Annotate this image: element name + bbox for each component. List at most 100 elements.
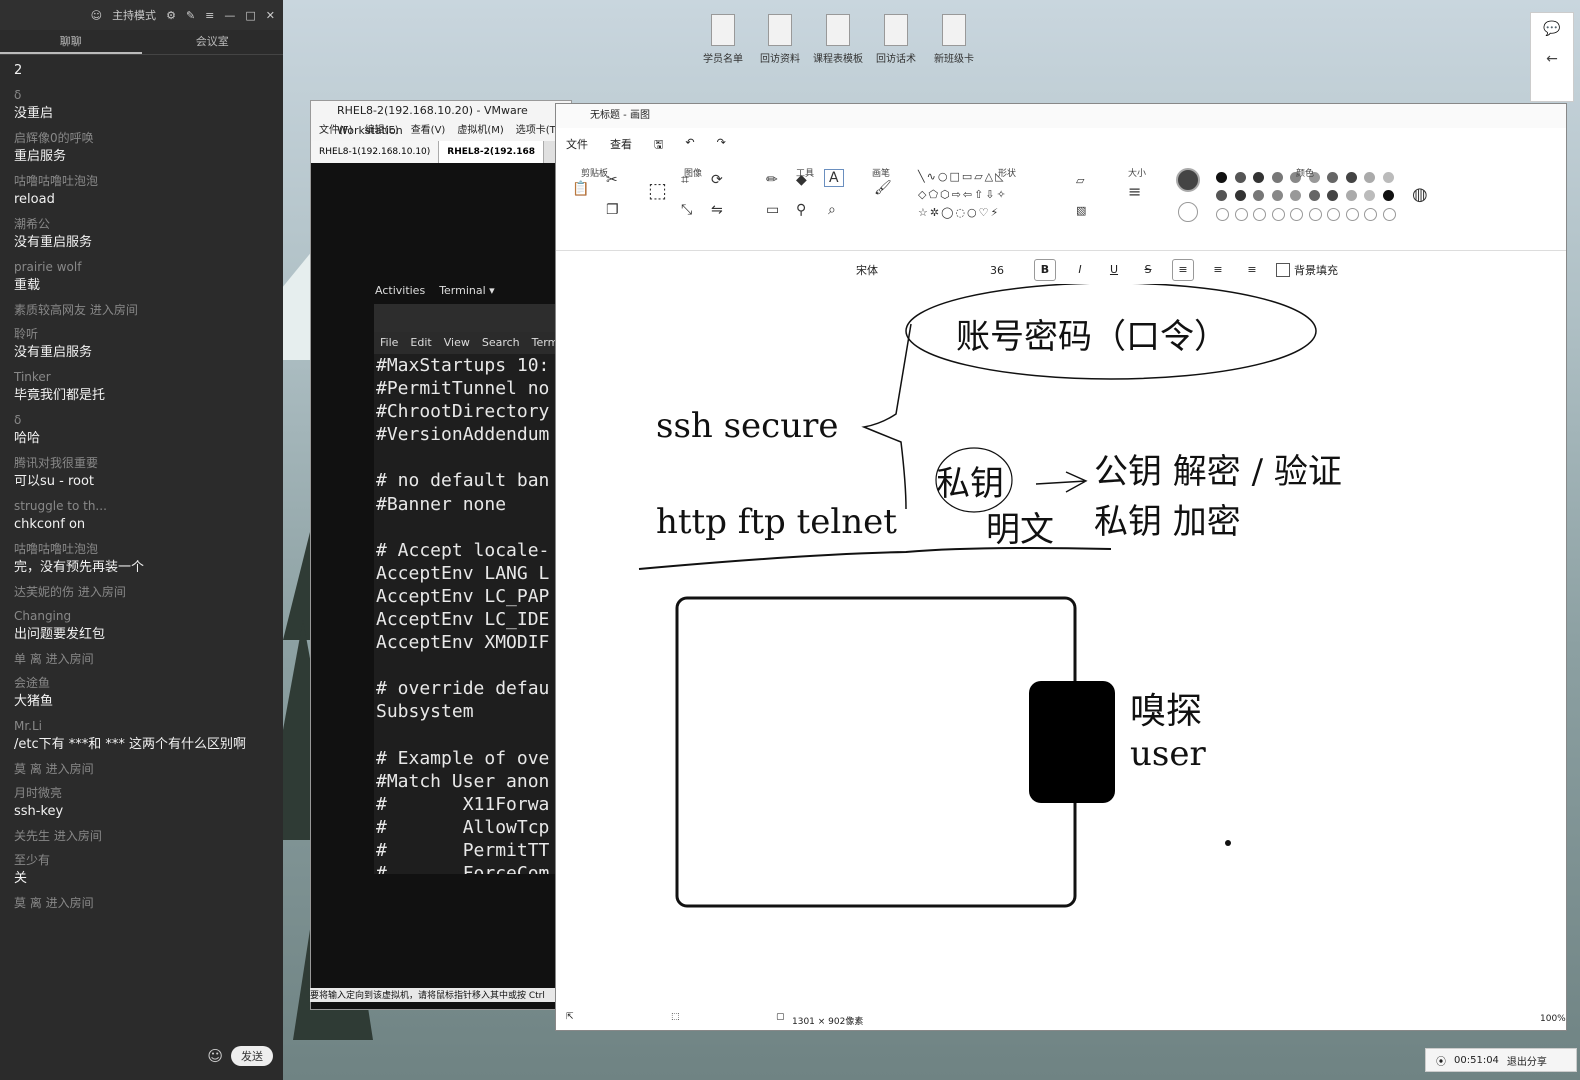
palette-swatch[interactable] <box>1327 190 1338 201</box>
palette-swatch[interactable] <box>1271 190 1283 201</box>
palette-swatch[interactable] <box>1253 172 1264 183</box>
emoji-icon[interactable]: ☺ <box>207 1047 223 1065</box>
tab-chat[interactable]: 聊聊 <box>0 30 142 54</box>
color1-swatch[interactable] <box>1176 168 1200 192</box>
shapes-icon[interactable]: ╲∿○□▭▱△◺ <box>918 170 1006 183</box>
palette-swatch[interactable] <box>1253 190 1264 201</box>
rotate-icon[interactable]: ⟳ <box>711 172 723 188</box>
palette-swatch[interactable] <box>1290 208 1303 221</box>
brush-icon[interactable]: 🖌 <box>874 180 892 196</box>
tab-rhel8-1[interactable]: RHEL8-1(192.168.10.10) <box>311 141 440 163</box>
align-left-button[interactable]: ≡ <box>1172 259 1194 281</box>
flip-icon[interactable]: ⇋ <box>711 202 723 218</box>
palette-swatch[interactable] <box>1271 208 1285 221</box>
shapes-icon[interactable]: ◇⬠⬡⇨⇦⇧⇩✧ <box>918 188 1008 201</box>
magnifier-icon[interactable]: ⌕ <box>828 202 836 218</box>
palette-swatch[interactable] <box>1271 172 1283 183</box>
menu-vm[interactable]: 虚拟机(M) <box>457 121 503 141</box>
align-center-button[interactable]: ≡ <box>1208 260 1228 280</box>
edit-icon[interactable]: ✎ <box>186 9 195 22</box>
font-size-select[interactable]: 36 <box>990 264 1020 277</box>
menu-tabs[interactable]: 选项卡(T) <box>516 121 560 141</box>
palette-swatch[interactable] <box>1364 190 1375 201</box>
menu-edit[interactable]: 编辑(E) <box>365 121 399 141</box>
menu-icon[interactable]: ≡ <box>205 9 214 22</box>
redo-icon[interactable]: ↷ <box>717 136 726 155</box>
desktop-icon[interactable]: 学员名单 <box>695 14 751 65</box>
settings-icon[interactable]: ⚙ <box>166 9 176 22</box>
close-icon[interactable]: ✕ <box>266 9 275 22</box>
terminal-menu-edit[interactable]: Edit <box>410 332 431 354</box>
eraser-icon[interactable]: ▭ <box>766 202 779 218</box>
palette-swatch[interactable] <box>1216 172 1227 183</box>
color2-swatch[interactable] <box>1178 202 1198 222</box>
palette-swatch[interactable] <box>1382 190 1394 201</box>
paste-icon[interactable]: 📋 <box>572 181 589 197</box>
zoom-level[interactable]: 100% <box>1540 1014 1566 1024</box>
palette-swatch[interactable] <box>1327 208 1340 221</box>
undo-icon[interactable]: ↶ <box>685 136 694 155</box>
paint-menu-view[interactable]: 查看 <box>610 136 632 155</box>
paint-menu-file[interactable]: 文件 <box>566 136 588 155</box>
palette-swatch[interactable] <box>1345 208 1359 221</box>
menu-view[interactable]: 查看(V) <box>411 121 446 141</box>
tab-rhel8-2[interactable]: RHEL8-2(192.168 <box>439 141 545 163</box>
save-icon[interactable]: 🖫 <box>654 136 663 155</box>
palette-swatch[interactable] <box>1382 172 1394 183</box>
send-button[interactable]: 发送 <box>231 1046 273 1066</box>
paint-canvas[interactable]: 账号密码（口令） ssh secure 私钥 公钥 解密 / 验证 私钥 加密 … <box>556 282 1566 1004</box>
palette-swatch[interactable] <box>1290 190 1301 201</box>
minimize-icon[interactable]: — <box>224 9 235 22</box>
size-icon[interactable]: ≡ <box>1128 182 1141 201</box>
resize-icon[interactable]: ⤡ <box>681 202 692 218</box>
activities-button[interactable]: Activities <box>375 284 425 302</box>
tab-room[interactable]: 会议室 <box>142 30 284 54</box>
italic-button[interactable]: I <box>1070 260 1090 280</box>
terminal-app-menu[interactable]: Terminal ▾ <box>439 284 495 302</box>
desktop-icon[interactable]: 回访话术 <box>868 14 924 65</box>
shape-fill-icon[interactable]: ▧ <box>1076 204 1086 217</box>
palette-swatch[interactable] <box>1364 208 1377 221</box>
align-right-button[interactable]: ≡ <box>1242 260 1262 280</box>
bg-fill-checkbox[interactable] <box>1276 263 1290 277</box>
pencil-icon[interactable]: ✏ <box>766 172 778 188</box>
palette-swatch[interactable] <box>1308 190 1320 201</box>
palette-swatch[interactable] <box>1308 208 1322 221</box>
palette-swatch[interactable] <box>1382 208 1396 221</box>
maximize-icon[interactable]: □ <box>245 9 255 22</box>
text-icon[interactable]: A <box>824 169 844 187</box>
menu-file[interactable]: 文件(F) <box>319 121 353 141</box>
terminal-menu-file[interactable]: File <box>380 332 398 354</box>
terminal-menu-view[interactable]: View <box>444 332 470 354</box>
terminal-menu-search[interactable]: Search <box>482 332 520 354</box>
desktop-icon-label: 回访话术 <box>876 54 916 65</box>
palette-swatch[interactable] <box>1345 190 1357 201</box>
palette-swatch[interactable] <box>1234 208 1248 221</box>
palette-swatch[interactable] <box>1327 172 1338 183</box>
chat-bubble-icon[interactable]: 💬 <box>1531 21 1573 37</box>
color-picker-icon[interactable]: ⚲ <box>796 202 806 218</box>
exit-share-button[interactable]: 退出分享 <box>1507 1053 1547 1068</box>
font-name-select[interactable]: 宋体 <box>856 262 976 278</box>
copy-icon[interactable]: ❐ <box>606 202 619 218</box>
edit-colors-icon[interactable]: ◍ <box>1412 184 1428 205</box>
palette-swatch[interactable] <box>1216 190 1227 201</box>
back-arrow-icon[interactable]: ← <box>1531 51 1573 67</box>
bold-button[interactable]: B <box>1034 259 1056 281</box>
desktop-icon[interactable]: 课程表模板 <box>810 14 866 65</box>
strikethrough-button[interactable]: S <box>1138 260 1158 280</box>
palette-swatch[interactable] <box>1216 208 1229 221</box>
outline-icon[interactable]: ▱ <box>1076 174 1084 187</box>
shapes-icon[interactable]: ☆✲◯◌○♡⚡ <box>918 206 1000 219</box>
desktop-icon[interactable]: 回访资料 <box>752 14 808 65</box>
palette-swatch[interactable] <box>1253 208 1266 221</box>
palette-swatch[interactable] <box>1364 172 1375 183</box>
palette-swatch[interactable] <box>1234 172 1246 183</box>
select-icon[interactable]: ⬚ <box>648 178 667 202</box>
palette-swatch[interactable] <box>1345 172 1357 183</box>
chat-message: 启辉像0的呼唤 重启服务 <box>14 130 269 166</box>
terminal-window[interactable]: File Edit View Search Termi #MaxStartups… <box>374 304 560 874</box>
palette-swatch[interactable] <box>1234 190 1246 201</box>
desktop-icon[interactable]: 新班级卡 <box>926 14 982 65</box>
underline-button[interactable]: U <box>1104 260 1124 280</box>
